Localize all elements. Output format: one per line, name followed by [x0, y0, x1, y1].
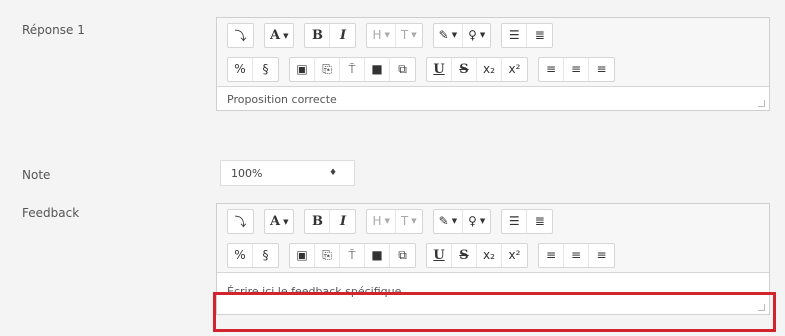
text-color-icon[interactable]: ✎ ▼: [434, 23, 464, 47]
grade-label: Note: [22, 168, 51, 182]
text-color-icon[interactable]: ✎ ▼: [434, 209, 464, 233]
heading-button[interactable]: H ▼: [367, 209, 396, 233]
superscript-button[interactable]: x²: [502, 244, 527, 267]
toolbar-row-2: % § ▣ ⎘ ⍑ ■ ⧉ U S x₂ x² ≡ ≡ ≡: [217, 52, 769, 86]
unlink-icon[interactable]: §: [253, 58, 278, 81]
toolbar-row-1: ⤵ A ▼ B I H ▼ T ▼ ✎ ▼ ♀ ▼ ☰ ≣: [217, 18, 769, 52]
grade-value: 100%: [231, 166, 263, 180]
link-icon[interactable]: %: [228, 243, 253, 267]
font-size-button[interactable]: T ▼: [396, 24, 422, 47]
heading-button[interactable]: H ▼: [367, 23, 396, 47]
resize-handle-icon[interactable]: [758, 100, 765, 107]
align-right-icon[interactable]: ≡: [589, 58, 614, 81]
strike-button[interactable]: S: [452, 57, 477, 81]
bold-button[interactable]: B: [305, 209, 331, 233]
subscript-button[interactable]: x₂: [477, 243, 502, 267]
italic-button[interactable]: I: [330, 24, 355, 47]
link-icon[interactable]: %: [228, 57, 253, 81]
file-icon[interactable]: ⎘: [315, 243, 340, 267]
unordered-list-icon[interactable]: ☰: [502, 23, 528, 47]
underline-button[interactable]: U: [427, 57, 452, 81]
bold-button[interactable]: B: [305, 23, 331, 47]
answer-editor: ⤵ A ▼ B I H ▼ T ▼ ✎ ▼ ♀ ▼ ☰ ≣ % § ▣ ⎘ ⍑ ■ ⧉: [216, 17, 770, 111]
align-right-icon[interactable]: ≡: [589, 244, 614, 267]
answer-text-area[interactable]: Proposition correcte: [217, 86, 769, 110]
font-size-button[interactable]: T ▼: [396, 210, 422, 233]
copy-icon[interactable]: ⧉: [390, 58, 415, 81]
strike-button[interactable]: S: [452, 243, 477, 267]
image-icon[interactable]: ▣: [290, 243, 315, 267]
ordered-list-icon[interactable]: ≣: [527, 210, 552, 233]
text-style-button[interactable]: A ▼: [265, 24, 293, 47]
italic-button[interactable]: I: [330, 210, 355, 233]
superscript-button[interactable]: x²: [502, 58, 527, 81]
copy-icon[interactable]: ⧉: [390, 244, 415, 267]
collapse-toolbar-icon[interactable]: ⤵: [228, 24, 253, 47]
image-icon[interactable]: ▣: [290, 57, 315, 81]
highlight-icon[interactable]: ♀ ▼: [463, 24, 490, 47]
highlight-icon[interactable]: ♀ ▼: [463, 210, 490, 233]
toolbar-row-2: % § ▣ ⎘ ⍑ ■ ⧉ U S x₂ x² ≡ ≡ ≡: [217, 238, 769, 272]
highlight-box: [213, 292, 776, 332]
align-center-icon[interactable]: ≡: [564, 57, 589, 81]
underline-button[interactable]: U: [427, 243, 452, 267]
unlink-icon[interactable]: §: [253, 244, 278, 267]
ordered-list-icon[interactable]: ≣: [527, 24, 552, 47]
select-arrows-icon: ♦: [329, 168, 338, 178]
align-left-icon[interactable]: ≡: [539, 57, 564, 81]
toolbar-row-1: ⤵ A ▼ B I H ▼ T ▼ ✎ ▼ ♀ ▼ ☰ ≣: [217, 204, 769, 238]
video-icon[interactable]: ■: [365, 57, 390, 81]
subscript-button[interactable]: x₂: [477, 57, 502, 81]
align-left-icon[interactable]: ≡: [539, 243, 564, 267]
video-icon[interactable]: ■: [365, 243, 390, 267]
align-center-icon[interactable]: ≡: [564, 243, 589, 267]
unordered-list-icon[interactable]: ☰: [502, 209, 528, 233]
text-style-button[interactable]: A ▼: [265, 210, 293, 233]
answer-text: Proposition correcte: [227, 93, 337, 106]
microphone-icon[interactable]: ⍑: [340, 57, 365, 81]
file-icon[interactable]: ⎘: [315, 57, 340, 81]
answer-label: Réponse 1: [22, 23, 85, 37]
microphone-icon[interactable]: ⍑: [340, 243, 365, 267]
feedback-label: Feedback: [22, 206, 80, 220]
collapse-toolbar-icon[interactable]: ⤵: [228, 210, 253, 233]
grade-select[interactable]: 100% ♦: [220, 160, 355, 186]
